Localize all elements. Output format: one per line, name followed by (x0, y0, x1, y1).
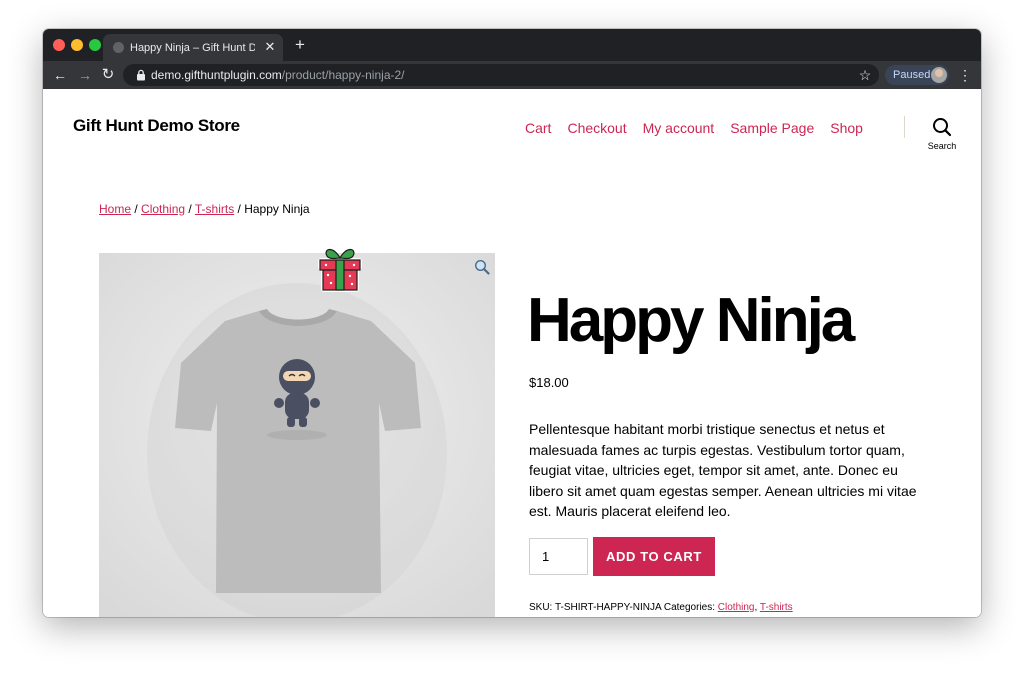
browser-toolbar: ← → ↻ demo.gifthuntplugin.com/product/ha… (43, 61, 981, 89)
primary-menu: Cart Checkout My account Sample Page Shop (525, 118, 863, 138)
breadcrumb-separator: / (234, 202, 245, 216)
category-link-tshirts[interactable]: T-shirts (760, 602, 793, 613)
profile-avatar (931, 67, 947, 83)
bookmark-star-icon[interactable]: ☆ (856, 66, 874, 84)
quantity-input[interactable] (529, 538, 588, 575)
web-page: Gift Hunt Demo Store Cart Checkout My acco… (43, 89, 981, 617)
breadcrumb-clothing[interactable]: Clothing (141, 202, 185, 216)
menu-item-my-account[interactable]: My account (643, 120, 715, 136)
url-host: demo.gifthuntplugin.com (151, 68, 282, 82)
add-to-cart-button[interactable]: ADD TO CART (593, 537, 715, 576)
menu-item-sample-page[interactable]: Sample Page (730, 120, 814, 136)
product-description: Pellentesque habitant morbi tristique se… (529, 421, 917, 519)
globe-icon (113, 42, 124, 53)
categories-label: Categories: (663, 602, 716, 613)
tshirt-illustration (99, 253, 495, 617)
reload-icon[interactable]: ↻ (99, 65, 117, 85)
paused-label: Paused (893, 69, 931, 81)
minimize-window-button[interactable] (71, 39, 83, 51)
breadcrumb-current: Happy Ninja (244, 202, 310, 216)
product-title: Happy Ninja (527, 286, 855, 355)
browser-window: Happy Ninja – Gift Hunt Demo Store ✕ + ←… (43, 29, 981, 617)
close-window-button[interactable] (53, 39, 65, 51)
tab-title: Happy Ninja – Gift Hunt Demo Store (130, 42, 255, 54)
search-label[interactable]: Search (922, 141, 962, 151)
site-title[interactable]: Gift Hunt Demo Store (73, 116, 240, 136)
profile-paused-button[interactable]: Paused (885, 65, 949, 85)
sku-label: SKU: (529, 602, 553, 613)
lock-icon (137, 69, 145, 81)
menu-divider (904, 116, 905, 138)
category-link-clothing[interactable]: Clothing (718, 602, 755, 613)
address-bar[interactable]: demo.gifthuntplugin.com/product/happy-ni… (123, 64, 879, 86)
menu-item-cart[interactable]: Cart (525, 120, 551, 136)
breadcrumb: Home / Clothing / T-shirts / Happy Ninja (99, 202, 310, 216)
breadcrumb-separator: / (185, 202, 195, 216)
back-arrow-icon[interactable]: ← (51, 65, 69, 85)
breadcrumb-separator: / (131, 202, 142, 216)
url-text: demo.gifthuntplugin.com/product/happy-ni… (151, 67, 405, 83)
product-meta: SKU: T-SHIRT-HAPPY-NINJA Categories: Clo… (529, 602, 793, 613)
forward-arrow-icon[interactable]: → (76, 65, 94, 85)
search-icon[interactable] (932, 117, 952, 137)
url-path: /product/happy-ninja-2/ (281, 68, 405, 82)
product-image[interactable] (99, 253, 495, 617)
sku-value: T-SHIRT-HAPPY-NINJA (554, 602, 662, 613)
zoom-window-button[interactable] (89, 39, 101, 51)
browser-tab[interactable]: Happy Ninja – Gift Hunt Demo Store ✕ (103, 34, 283, 61)
browser-menu-icon[interactable]: ⋮ (957, 66, 973, 84)
gift-icon[interactable] (315, 245, 365, 295)
breadcrumb-tshirts[interactable]: T-shirts (195, 202, 234, 216)
menu-item-shop[interactable]: Shop (830, 120, 863, 136)
magnifier-icon[interactable] (474, 259, 490, 275)
tab-strip: Happy Ninja – Gift Hunt Demo Store ✕ + (43, 29, 981, 61)
menu-item-checkout[interactable]: Checkout (567, 120, 626, 136)
tab-close-icon[interactable]: ✕ (263, 39, 277, 55)
breadcrumb-home[interactable]: Home (99, 202, 131, 216)
product-price: $18.00 (529, 375, 569, 390)
new-tab-button[interactable]: + (291, 36, 309, 54)
